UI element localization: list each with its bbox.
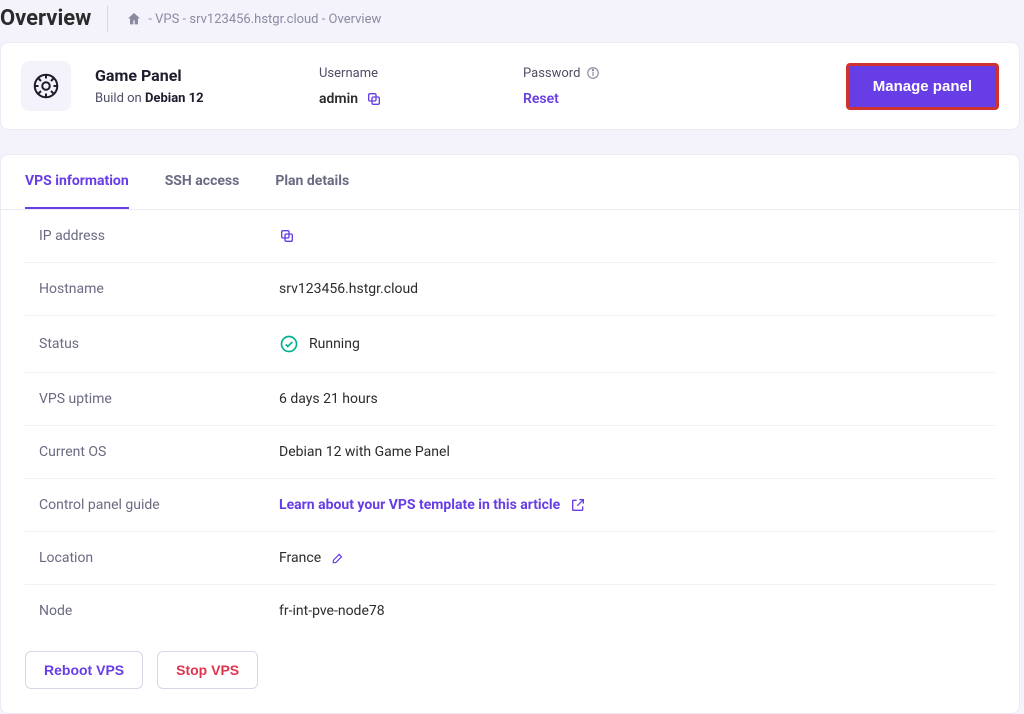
row-hostname: Hostname srv123456.hstgr.cloud (25, 263, 995, 316)
username-value: admin (319, 91, 358, 107)
breadcrumb: - VPS - srv123456.hstgr.cloud - Overview (126, 11, 381, 27)
status-value: Running (309, 336, 360, 352)
tabs: VPS information SSH access Plan details (1, 155, 1019, 210)
panel-meta: Game Panel Build on Debian 12 (95, 66, 295, 106)
tab-vps-information[interactable]: VPS information (25, 155, 129, 209)
uptime-value: 6 days 21 hours (279, 391, 378, 407)
check-icon (279, 334, 299, 354)
row-control-panel-guide: Control panel guide Learn about your VPS… (25, 479, 995, 532)
password-label-text: Password (523, 66, 580, 81)
username-block: Username admin (319, 66, 499, 107)
location-value: France (279, 550, 321, 566)
location-label: Location (39, 550, 279, 566)
password-label: Password (523, 66, 703, 81)
manage-panel-button[interactable]: Manage panel (846, 63, 999, 110)
status-label: Status (39, 336, 279, 352)
hostname-label: Hostname (39, 281, 279, 297)
node-value: fr-int-pve-node78 (279, 603, 385, 619)
row-node: Node fr-int-pve-node78 (25, 585, 995, 637)
os-value: Debian 12 with Game Panel (279, 444, 450, 460)
page-title: Overview (0, 6, 108, 32)
panel-summary-card: Game Panel Build on Debian 12 Username a… (0, 42, 1020, 130)
row-status: Status Running (25, 316, 995, 373)
game-panel-icon (21, 61, 71, 111)
os-label: Current OS (39, 444, 279, 460)
reboot-vps-button[interactable]: Reboot VPS (25, 651, 143, 689)
node-label: Node (39, 603, 279, 619)
row-location: Location France (25, 532, 995, 585)
vps-details-card: VPS information SSH access Plan details … (0, 154, 1020, 714)
password-block: Password Reset (523, 66, 703, 107)
action-buttons: Reboot VPS Stop VPS (1, 637, 1019, 713)
hostname-value: srv123456.hstgr.cloud (279, 281, 418, 297)
row-current-os: Current OS Debian 12 with Game Panel (25, 426, 995, 479)
info-icon[interactable] (586, 66, 600, 80)
copy-icon[interactable] (279, 228, 295, 244)
panel-build: Build on Debian 12 (95, 91, 295, 106)
build-name: Debian 12 (145, 91, 204, 106)
copy-icon[interactable] (366, 91, 382, 107)
edit-icon[interactable] (331, 551, 345, 565)
username-label: Username (319, 66, 499, 81)
password-reset-link[interactable]: Reset (523, 91, 559, 107)
guide-label: Control panel guide (39, 497, 279, 513)
breadcrumb-text: - VPS - srv123456.hstgr.cloud - Overview (148, 12, 381, 27)
build-prefix: Build on (95, 91, 145, 106)
tab-plan-details[interactable]: Plan details (275, 155, 349, 209)
row-ip-address: IP address (25, 210, 995, 263)
tab-ssh-access[interactable]: SSH access (165, 155, 240, 209)
uptime-label: VPS uptime (39, 391, 279, 407)
ip-label: IP address (39, 228, 279, 244)
guide-link[interactable]: Learn about your VPS template in this ar… (279, 497, 560, 513)
row-uptime: VPS uptime 6 days 21 hours (25, 373, 995, 426)
info-rows: IP address Hostname srv123456.hstgr.clou… (1, 210, 1019, 637)
page-header: Overview - VPS - srv123456.hstgr.cloud -… (0, 0, 1024, 42)
home-icon[interactable] (126, 11, 142, 27)
panel-name: Game Panel (95, 66, 295, 85)
stop-vps-button[interactable]: Stop VPS (157, 651, 258, 689)
external-link-icon[interactable] (570, 497, 586, 513)
